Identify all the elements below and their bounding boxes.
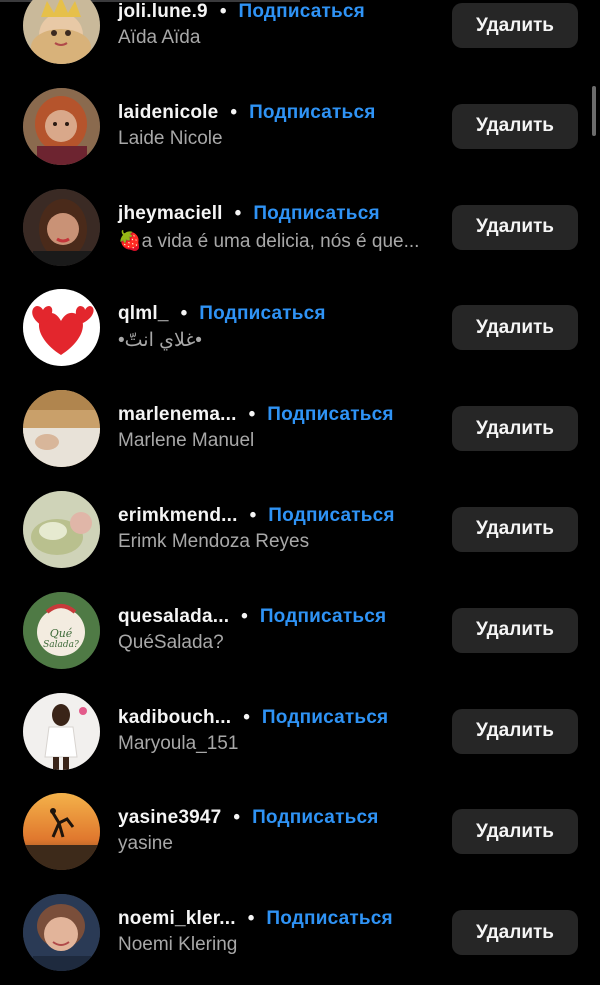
list-item: kadibouch... • Подписаться Maryoula_151 … (0, 681, 600, 782)
username[interactable]: erimkmend... (118, 505, 238, 527)
full-name: QuéSalada? (118, 631, 224, 653)
followers-list: joli.lune.9 • Подписаться Aïda Aïda Удал… (0, 0, 600, 983)
list-item: erimkmend... • Подписаться Erimk Mendoza… (0, 479, 600, 580)
full-name: Erimk Mendoza Reyes (118, 530, 310, 552)
username[interactable]: qlml_ (118, 303, 169, 325)
full-name: •غلاي انتّ• (118, 330, 202, 352)
follow-button[interactable]: Подписаться (199, 303, 325, 325)
separator-dot: • (249, 504, 257, 526)
separator-dot: • (247, 908, 255, 930)
avatar[interactable] (23, 692, 100, 770)
separator-dot: • (241, 605, 248, 627)
follow-button[interactable]: Подписаться (260, 606, 386, 628)
avatar[interactable] (23, 390, 100, 468)
list-item: Qué Salada? quesalada... • Подписаться Q… (0, 580, 600, 681)
scrollbar[interactable] (592, 86, 596, 136)
username[interactable]: yasine3947 (118, 807, 221, 829)
remove-follower-button[interactable]: Удалить (452, 708, 578, 754)
avatar[interactable]: Qué Salada? (23, 591, 100, 669)
list-item: joli.lune.9 • Подписаться Aïda Aïda Удал… (0, 0, 600, 76)
separator-dot: • (219, 1, 227, 22)
remove-follower-button[interactable]: Удалить (452, 910, 578, 956)
follow-button[interactable]: Подписаться (266, 908, 392, 930)
full-name: Maryoula_151 (118, 732, 239, 754)
avatar[interactable] (23, 87, 100, 165)
separator-dot: • (180, 303, 188, 325)
avatar[interactable] (23, 793, 100, 871)
avatar[interactable] (23, 894, 100, 972)
separator-dot: • (234, 202, 242, 224)
remove-follower-button[interactable]: Удалить (452, 204, 578, 250)
list-item: marlenema... • Подписаться Marlene Manue… (0, 378, 600, 479)
full-name: Laide Nicole (118, 127, 223, 149)
remove-follower-button[interactable]: Удалить (452, 809, 578, 855)
list-item: noemi_kler... • Подписаться Noemi Klerin… (0, 882, 600, 983)
avatar[interactable] (23, 490, 100, 568)
svg-text:Salada?: Salada? (43, 640, 79, 650)
full-name: Noemi Klering (118, 934, 238, 956)
full-name: 🍓a vida é uma delicia, nós é que... (118, 230, 420, 252)
full-name: Marlene Manuel (118, 430, 255, 452)
full-name: yasine (118, 833, 173, 855)
avatar[interactable] (23, 0, 100, 64)
remove-follower-button[interactable]: Удалить (452, 103, 578, 149)
remove-follower-button[interactable]: Удалить (452, 406, 578, 452)
username[interactable]: noemi_kler... (118, 908, 236, 930)
username[interactable]: jheymaciell (118, 203, 223, 225)
follow-button[interactable]: Подписаться (262, 707, 388, 729)
remove-follower-button[interactable]: Удалить (452, 607, 578, 653)
list-item: qlml_ • Подписаться •غلاي انتّ• Удалить (0, 277, 600, 378)
username[interactable]: joli.lune.9 (118, 1, 208, 23)
svg-text:Qué: Qué (50, 627, 73, 640)
separator-dot: • (230, 101, 238, 123)
separator-dot: • (243, 706, 250, 728)
username[interactable]: laidenicole (118, 102, 218, 124)
full-name: Aïda Aïda (118, 27, 201, 48)
follow-button[interactable]: Подписаться (252, 807, 378, 829)
remove-follower-button[interactable]: Удалить (452, 3, 578, 48)
username[interactable]: kadibouch... (118, 707, 231, 729)
avatar[interactable] (23, 188, 100, 266)
username[interactable]: quesalada... (118, 606, 229, 628)
avatar[interactable] (23, 289, 100, 367)
follow-button[interactable]: Подписаться (267, 404, 393, 426)
list-item: laidenicole • Подписаться Laide Nicole У… (0, 76, 600, 177)
separator-dot: • (248, 404, 256, 426)
follow-button[interactable]: Подписаться (253, 203, 379, 225)
remove-follower-button[interactable]: Удалить (452, 305, 578, 351)
follow-button[interactable]: Подписаться (238, 1, 364, 23)
follow-button[interactable]: Подписаться (268, 505, 394, 527)
list-item: yasine3947 • Подписаться yasine Удалить (0, 781, 600, 882)
list-item: jheymaciell • Подписаться 🍓a vida é uma … (0, 177, 600, 278)
remove-follower-button[interactable]: Удалить (452, 506, 578, 552)
username[interactable]: marlenema... (118, 404, 237, 426)
separator-dot: • (233, 807, 241, 829)
follow-button[interactable]: Подписаться (249, 102, 375, 124)
